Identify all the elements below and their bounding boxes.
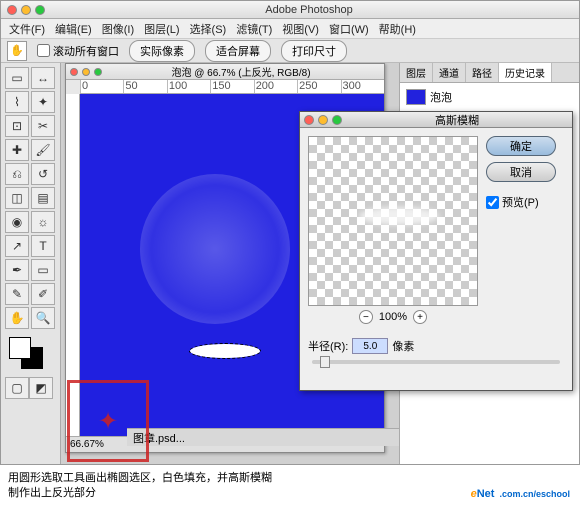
dodge-tool-icon[interactable]: ☼ — [31, 211, 55, 233]
menu-layer[interactable]: 图层(L) — [140, 19, 183, 39]
tutorial-caption: 用圆形选取工具画出椭圆选区，白色填充，并高斯模糊 制作出上反光部分 eNet .… — [0, 465, 580, 508]
dialog-max-icon[interactable] — [332, 115, 342, 125]
move-tool-icon[interactable]: ↔ — [31, 67, 55, 89]
gradient-tool-icon[interactable]: ▤ — [31, 187, 55, 209]
scroll-all-input[interactable] — [37, 44, 50, 57]
tab-layers[interactable]: 图层 — [400, 63, 433, 82]
preview-checkbox[interactable]: 预览(P) — [486, 194, 556, 210]
menu-select[interactable]: 选择(S) — [186, 19, 231, 39]
print-size-button[interactable]: 打印尺寸 — [281, 40, 347, 62]
minimize-icon[interactable] — [21, 5, 31, 15]
quickmask-mode-icon[interactable]: ◩ — [29, 377, 53, 399]
pen-tool-icon[interactable]: ✒ — [5, 259, 29, 281]
menu-filter[interactable]: 滤镜(T) — [232, 19, 276, 39]
doc-min-icon[interactable] — [82, 68, 90, 76]
close-icon[interactable] — [7, 5, 17, 15]
hand-tool-icon[interactable]: ✋ — [5, 307, 29, 329]
tab-paths[interactable]: 路径 — [466, 63, 499, 82]
doc-title: 泡泡 @ 66.7% (上反光, RGB/8) — [102, 64, 380, 79]
preview-blur-shape — [359, 207, 439, 225]
path-tool-icon[interactable]: ↗ — [5, 235, 29, 257]
zoom-value: 100% — [379, 311, 407, 323]
ruler-horizontal: 0 50 100 150 200 250 300 — [80, 80, 384, 94]
marquee-tool-icon[interactable]: ▭ — [5, 67, 29, 89]
gaussian-blur-dialog: 高斯模糊 − 100% + 确定 取消 预览(P) — [299, 111, 573, 391]
standard-mode-icon[interactable]: ▢ — [5, 377, 29, 399]
type-tool-icon[interactable]: T — [31, 235, 55, 257]
eraser-tool-icon[interactable]: ◫ — [5, 187, 29, 209]
wand-tool-icon[interactable]: ✦ — [31, 91, 55, 113]
radius-input[interactable] — [352, 338, 388, 354]
doc-tab-bar: 图章.psd... — [127, 428, 399, 446]
zoom-tool-icon[interactable]: 🔍 — [31, 307, 55, 329]
menubar: 文件(F) 编辑(E) 图像(I) 图层(L) 选择(S) 滤镜(T) 视图(V… — [1, 19, 579, 39]
stamp-tool-icon[interactable]: ⎌ — [5, 163, 29, 185]
color-swatch[interactable] — [5, 337, 56, 373]
scroll-all-label: 滚动所有窗口 — [53, 43, 119, 59]
menu-edit[interactable]: 编辑(E) — [51, 19, 96, 39]
menu-view[interactable]: 视图(V) — [278, 19, 323, 39]
blur-preview[interactable] — [308, 136, 478, 306]
hand-tool-icon[interactable]: ✋ — [7, 41, 27, 61]
slider-thumb-icon[interactable] — [320, 356, 330, 368]
brush-tool-icon[interactable]: 🖌 — [31, 139, 55, 161]
ellipse-selection — [190, 344, 260, 358]
zoom-icon[interactable] — [35, 5, 45, 15]
dialog-min-icon[interactable] — [318, 115, 328, 125]
dialog-title: 高斯模糊 — [342, 112, 572, 128]
app-titlebar: Adobe Photoshop — [1, 1, 579, 19]
fg-color-icon[interactable] — [9, 337, 31, 359]
shape-tool-icon[interactable]: ▭ — [31, 259, 55, 281]
radius-unit: 像素 — [392, 338, 414, 354]
toolbox: ▭↔ ⌇✦ ⊡✂ ✚🖌 ⎌↺ ◫▤ ◉☼ ↗T ✒▭ ✎✐ ✋🔍 ▢ ◩ — [1, 63, 61, 464]
cancel-button[interactable]: 取消 — [486, 162, 556, 182]
preview-input[interactable] — [486, 196, 499, 209]
slice-tool-icon[interactable]: ✂ — [31, 115, 55, 137]
history-label: 泡泡 — [430, 89, 452, 105]
crop-tool-icon[interactable]: ⊡ — [5, 115, 29, 137]
bubble-shape — [140, 174, 290, 324]
heal-tool-icon[interactable]: ✚ — [5, 139, 29, 161]
ok-button[interactable]: 确定 — [486, 136, 556, 156]
doc-close-icon[interactable] — [70, 68, 78, 76]
options-bar: ✋ 滚动所有窗口 实际像素 适合屏幕 打印尺寸 — [1, 39, 579, 63]
tab-channels[interactable]: 通道 — [433, 63, 466, 82]
doc-max-icon[interactable] — [94, 68, 102, 76]
history-item[interactable]: 泡泡 — [404, 87, 575, 107]
enet-logo: eNet .com.cn/eschool — [471, 479, 570, 504]
preview-label: 预览(P) — [502, 194, 539, 210]
watermark-stamp: ✦ — [67, 380, 149, 462]
history-brush-icon[interactable]: ↺ — [31, 163, 55, 185]
zoom-out-button[interactable]: − — [359, 310, 373, 324]
fit-screen-button[interactable]: 适合屏幕 — [205, 40, 271, 62]
zoom-in-button[interactable]: + — [413, 310, 427, 324]
radius-label: 半径(R): — [308, 338, 348, 354]
actual-pixels-button[interactable]: 实际像素 — [129, 40, 195, 62]
scroll-all-checkbox[interactable]: 滚动所有窗口 — [37, 43, 119, 59]
dialog-close-icon[interactable] — [304, 115, 314, 125]
app-title: Adobe Photoshop — [45, 4, 573, 16]
menu-window[interactable]: 窗口(W) — [325, 19, 373, 39]
history-thumb-icon — [406, 89, 426, 105]
eyedrop-tool-icon[interactable]: ✐ — [31, 283, 55, 305]
blur-tool-icon[interactable]: ◉ — [5, 211, 29, 233]
radius-slider[interactable] — [312, 360, 560, 364]
menu-file[interactable]: 文件(F) — [5, 19, 49, 39]
tab-history[interactable]: 历史记录 — [499, 63, 552, 82]
lasso-tool-icon[interactable]: ⌇ — [5, 91, 29, 113]
menu-help[interactable]: 帮助(H) — [375, 19, 420, 39]
menu-image[interactable]: 图像(I) — [98, 19, 138, 39]
notes-tool-icon[interactable]: ✎ — [5, 283, 29, 305]
